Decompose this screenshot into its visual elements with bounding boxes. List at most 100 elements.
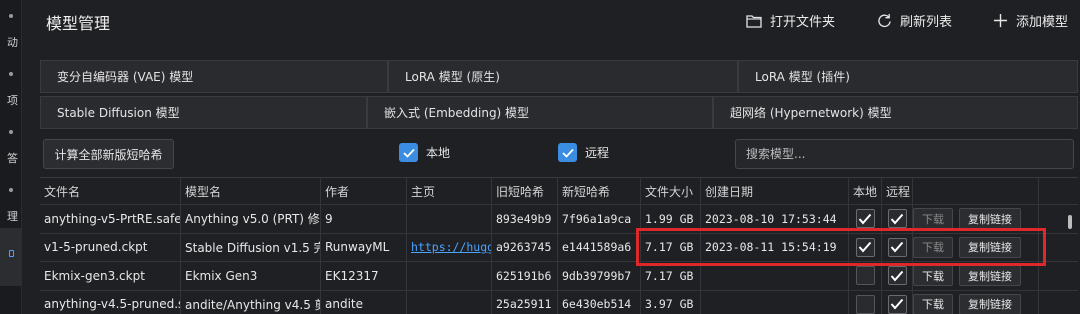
check-icon [890, 213, 904, 225]
remote-status-checkbox[interactable] [887, 237, 907, 257]
page-header: 模型管理 打开文件夹 刷新列表 添加模型 [22, 0, 1080, 42]
table-scrollbar[interactable] [1068, 215, 1072, 229]
cell-text: 2023-08-10 17:53:44 [705, 211, 837, 226]
sidebar-item-options[interactable]: 项 [0, 92, 22, 108]
cell-text: Stable Diffusion v1.5 完整 [185, 240, 320, 255]
table-row[interactable]: Ekmix-gen3.ckpt Ekmix Gen3 EK12317 625191b6… [40, 262, 1078, 291]
cell-date [701, 290, 849, 314]
tab-stable-diffusion[interactable]: Stable Diffusion 模型 [40, 96, 367, 129]
column-header-old-hash[interactable]: 旧短哈希 [492, 178, 558, 204]
add-model-label: 添加模型 [1016, 15, 1069, 30]
cell-spacer [1039, 291, 1078, 314]
add-model-button[interactable]: 添加模型 [993, 11, 1068, 30]
copy-link-button[interactable]: 复制链接 [959, 265, 1021, 287]
cell-name: andite/Anything v4.5 剪枝 [181, 290, 321, 314]
cell-author: 9 [321, 205, 407, 233]
cell-old-hash: a9263745 [492, 233, 558, 261]
column-header-local[interactable]: 本地 [849, 178, 882, 204]
remote-status-checkbox[interactable] [887, 266, 907, 286]
cell-size: 7.17 GB [641, 262, 701, 290]
page-title: 模型管理 [46, 14, 111, 33]
remote-filter[interactable]: 远程 [558, 143, 609, 162]
cell-text: 625191b6 [496, 268, 552, 283]
column-header-date[interactable]: 创建日期 [701, 178, 849, 204]
sidebar-active-icon [9, 250, 14, 257]
cell-home[interactable] [407, 290, 492, 314]
sidebar-item-manage[interactable]: 理 [0, 208, 22, 224]
table-row[interactable]: v1-5-pruned.ckpt Stable Diffusion v1.5 完整… [40, 233, 1078, 262]
cell-file: Ekmix-gen3.ckpt [40, 262, 181, 290]
column-header-size[interactable]: 文件大小 [641, 178, 701, 204]
cell-home[interactable] [407, 262, 492, 290]
cell-size: 3.97 GB [641, 290, 701, 314]
tab-vae[interactable]: 变分自编码器 (VAE) 模型 [40, 60, 388, 93]
tab-embedding[interactable]: 嵌入式 (Embedding) 模型 [367, 96, 713, 129]
cell-author: RunwayML [321, 233, 407, 261]
cell-author: andite [321, 290, 407, 314]
cell-text: 7.17 GB [645, 240, 694, 255]
column-header-new-hash[interactable]: 新短哈希 [558, 178, 641, 204]
homepage-link[interactable]: https://huggingface.co [411, 240, 491, 254]
refresh-list-button[interactable]: 刷新列表 [877, 11, 952, 30]
local-status-checkbox[interactable] [855, 294, 875, 314]
check-icon [890, 242, 904, 253]
search-input[interactable] [735, 139, 1074, 169]
cell-text: Anything v5.0 (PRT) 修复 [185, 212, 321, 227]
copy-link-button[interactable]: 复制链接 [959, 208, 1021, 230]
column-header-home[interactable]: 主页 [407, 178, 492, 204]
cell-local [849, 205, 882, 233]
cell-remote [882, 205, 913, 233]
column-header-author[interactable]: 作者 [321, 178, 407, 204]
check-icon [858, 213, 872, 225]
sidebar-item-launch[interactable]: 动 [0, 34, 22, 50]
tab-lora-plugin[interactable]: LoRA 模型 (插件) [738, 60, 1078, 93]
open-folder-button[interactable]: 打开文件夹 [746, 11, 835, 30]
cell-home[interactable]: https://huggingface.co [407, 233, 492, 261]
remote-status-checkbox[interactable] [887, 209, 907, 229]
calc-hash-button[interactable]: 计算全部新版短哈希 [43, 139, 174, 169]
local-status-checkbox[interactable] [855, 237, 875, 257]
local-status-checkbox[interactable] [855, 209, 875, 229]
column-header-name[interactable]: 模型名 [181, 178, 321, 204]
copy-link-button[interactable]: 复制链接 [959, 293, 1021, 314]
cell-text: 1.99 GB [645, 211, 694, 226]
tab-hypernetwork[interactable]: 超网络 (Hypernetwork) 模型 [713, 96, 1078, 129]
download-button[interactable]: 下载 [913, 265, 953, 287]
download-button[interactable]: 下载 [913, 293, 953, 314]
cell-text: 25a25911 [496, 297, 552, 312]
download-button[interactable]: 下载 [913, 208, 953, 230]
local-filter[interactable]: 本地 [399, 143, 450, 162]
remote-checkbox[interactable] [558, 143, 577, 162]
refresh-list-label: 刷新列表 [900, 15, 953, 30]
cell-home[interactable] [407, 205, 492, 233]
open-folder-label: 打开文件夹 [770, 15, 836, 30]
table-row[interactable]: anything-v4.5-pruned.safetensors andite/A… [40, 290, 1078, 314]
cell-size: 7.17 GB [641, 233, 701, 261]
cell-old-hash: 625191b6 [492, 262, 558, 290]
copy-link-button[interactable]: 复制链接 [959, 236, 1021, 258]
cell-actions: 下载 复制链接 [913, 262, 1039, 290]
sidebar-marker-icon [9, 14, 13, 18]
column-header-remote[interactable]: 远程 [882, 178, 913, 204]
remote-status-checkbox[interactable] [887, 294, 907, 314]
local-status-checkbox[interactable] [855, 266, 875, 286]
cell-text: EK12317 [325, 268, 379, 283]
plus-icon [993, 13, 1008, 28]
column-header-file[interactable]: 文件名 [40, 178, 181, 204]
tab-lora-native[interactable]: LoRA 模型 (原生) [388, 60, 738, 93]
cell-spacer [1039, 234, 1078, 262]
cell-text: 893e49b9 [496, 211, 552, 226]
cell-date [701, 262, 849, 290]
cell-text: 2023-08-11 15:54:19 [705, 240, 837, 255]
cell-text: RunwayML [325, 240, 390, 255]
cell-actions: 下载 复制链接 [913, 205, 1039, 233]
sidebar-item-answers[interactable]: 答 [0, 150, 22, 166]
download-button[interactable]: 下载 [913, 236, 953, 258]
remote-label: 远程 [585, 146, 610, 160]
sidebar-item-active[interactable] [0, 228, 22, 286]
cell-new-hash: e1441589a6 [558, 233, 641, 261]
table-row[interactable]: anything-v5-PrtRE.safetensors Anything v5… [40, 205, 1078, 234]
local-checkbox[interactable] [399, 143, 418, 162]
cell-author: EK12317 [321, 262, 407, 290]
cell-text: Ekmix-gen3.ckpt [44, 268, 145, 283]
